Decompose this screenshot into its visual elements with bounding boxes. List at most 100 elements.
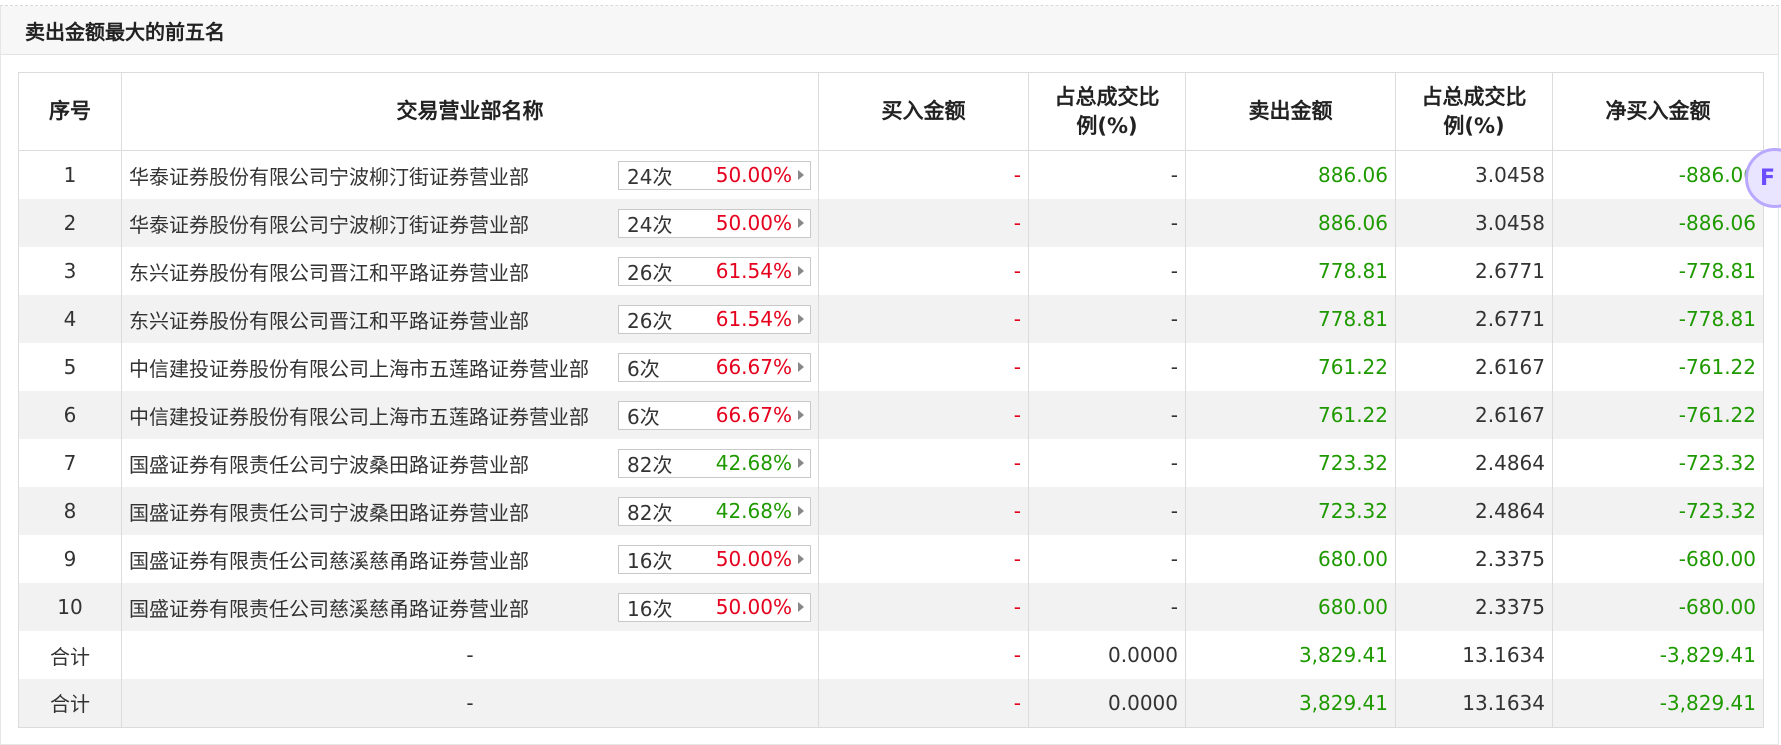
branch-stats-button[interactable]: 24次 50.00% [618, 208, 811, 238]
net-amount: -778.81 [1552, 247, 1764, 295]
branch-name-link[interactable]: 国盛证券有限责任公司宁波桑田路证券营业部 [129, 449, 529, 478]
total-sell: 3,829.41 [1185, 679, 1396, 728]
branch-stats-button[interactable]: 16次 50.00% [618, 592, 811, 622]
sell-amount: 761.22 [1185, 391, 1396, 439]
header-buy-ratio: 占总成交比 例(%) [1028, 72, 1186, 151]
net-amount: -761.22 [1552, 391, 1764, 439]
branch-name-link[interactable]: 华泰证券股份有限公司宁波柳汀街证券营业部 [129, 209, 529, 238]
stat-percent: 50.00% [715, 595, 792, 619]
branch-stats-button[interactable]: 26次 61.54% [618, 304, 811, 334]
total-branch: - [121, 631, 819, 679]
table-header-row: 序号 交易营业部名称 买入金额 占总成交比 例(%) 卖出金额 占总成交比 例(… [18, 72, 1764, 151]
sell-ratio: 2.3375 [1395, 535, 1553, 583]
branch-cell: 中信建投证券股份有限公司上海市五莲路证券营业部 6次 66.67% [121, 391, 819, 439]
table-row: 7 国盛证券有限责任公司宁波桑田路证券营业部 82次 42.68% - -723.32 2.… [18, 439, 1764, 487]
net-amount: -886.06 [1552, 150, 1764, 199]
sell-amount: 778.81 [1185, 295, 1396, 343]
total-sell: 3,829.41 [1185, 631, 1396, 679]
buy-amount: - [818, 199, 1029, 247]
sell-amount: 886.06 [1185, 150, 1396, 199]
sell-amount: 761.22 [1185, 343, 1396, 391]
header-sell: 卖出金额 [1185, 72, 1396, 151]
branch-name-link[interactable]: 东兴证券股份有限公司晋江和平路证券营业部 [129, 257, 529, 286]
net-amount: -680.00 [1552, 535, 1764, 583]
branch-stats-button[interactable]: 24次 50.00% [618, 160, 811, 190]
row-index: 10 [18, 583, 122, 631]
stat-count: 26次 [627, 308, 673, 333]
stat-percent: 66.67% [715, 403, 792, 427]
total-buy-ratio: 0.0000 [1028, 679, 1186, 728]
branch-name-link[interactable]: 华泰证券股份有限公司宁波柳汀街证券营业部 [129, 161, 529, 190]
buy-ratio: - [1028, 391, 1186, 439]
buy-ratio: - [1028, 199, 1186, 247]
table-row: 6 中信建投证券股份有限公司上海市五莲路证券营业部 6次 66.67% - -761.22… [18, 391, 1764, 439]
sell-amount: 723.32 [1185, 487, 1396, 535]
branch-stats-button[interactable]: 82次 42.68% [618, 448, 811, 478]
stat-percent: 50.00% [715, 163, 792, 187]
buy-ratio: - [1028, 295, 1186, 343]
row-index: 9 [18, 535, 122, 583]
sell-ratio: 2.6167 [1395, 343, 1553, 391]
sell-amount: 886.06 [1185, 199, 1396, 247]
table-row: 5 中信建投证券股份有限公司上海市五莲路证券营业部 6次 66.67% - -761.22… [18, 343, 1764, 391]
broker-table: 序号 交易营业部名称 买入金额 占总成交比 例(%) 卖出金额 占总成交比 例(… [18, 72, 1764, 728]
caret-right-icon [798, 410, 804, 420]
branch-cell: 华泰证券股份有限公司宁波柳汀街证券营业部 24次 50.00% [121, 199, 819, 247]
branch-name-link[interactable]: 国盛证券有限责任公司慈溪慈甬路证券营业部 [129, 593, 529, 622]
total-label: 合计 [18, 679, 122, 728]
panel-title: 卖出金额最大的前五名 [1, 6, 1778, 55]
buy-amount: - [818, 247, 1029, 295]
branch-cell: 华泰证券股份有限公司宁波柳汀街证券营业部 24次 50.00% [121, 150, 819, 199]
table-row: 8 国盛证券有限责任公司宁波桑田路证券营业部 82次 42.68% - -723.32 2.… [18, 487, 1764, 535]
branch-stats-button[interactable]: 16次 50.00% [618, 544, 811, 574]
branch-stats-button[interactable]: 6次 66.67% [618, 400, 811, 430]
net-amount: -723.32 [1552, 487, 1764, 535]
total-buy: - [818, 631, 1029, 679]
net-amount: -761.22 [1552, 343, 1764, 391]
stat-percent: 50.00% [715, 547, 792, 571]
floating-feedback-icon: F [1760, 165, 1776, 191]
buy-amount: - [818, 439, 1029, 487]
branch-stats-button[interactable]: 82次 42.68% [618, 496, 811, 526]
branch-cell: 中信建投证券股份有限公司上海市五莲路证券营业部 6次 66.67% [121, 343, 819, 391]
header-index: 序号 [18, 72, 122, 151]
row-index: 3 [18, 247, 122, 295]
branch-name-link[interactable]: 国盛证券有限责任公司宁波桑田路证券营业部 [129, 497, 529, 526]
buy-amount: - [818, 535, 1029, 583]
table-row: 1 华泰证券股份有限公司宁波柳汀街证券营业部 24次 50.00% - -886.06 3.… [18, 150, 1764, 199]
row-index: 7 [18, 439, 122, 487]
buy-ratio: - [1028, 487, 1186, 535]
table-row: 3 东兴证券股份有限公司晋江和平路证券营业部 26次 61.54% - -778.81 2.… [18, 247, 1764, 295]
caret-right-icon [798, 362, 804, 372]
branch-name-link[interactable]: 国盛证券有限责任公司慈溪慈甬路证券营业部 [129, 545, 529, 574]
buy-amount: - [818, 391, 1029, 439]
branch-name-link[interactable]: 中信建投证券股份有限公司上海市五莲路证券营业部 [129, 401, 589, 430]
total-row: 合计 - -0.0000 3,829.41 13.1634 -3,829.41 [18, 679, 1764, 728]
stat-count: 82次 [627, 500, 673, 525]
table-row: 4 东兴证券股份有限公司晋江和平路证券营业部 26次 61.54% - -778.81 2.… [18, 295, 1764, 343]
row-index: 4 [18, 295, 122, 343]
stat-percent: 50.00% [715, 211, 792, 235]
buy-ratio: - [1028, 439, 1186, 487]
header-buy: 买入金额 [818, 72, 1029, 151]
caret-right-icon [798, 602, 804, 612]
buy-amount: - [818, 295, 1029, 343]
stat-percent: 61.54% [715, 259, 792, 283]
caret-right-icon [798, 458, 804, 468]
branch-name-link[interactable]: 东兴证券股份有限公司晋江和平路证券营业部 [129, 305, 529, 334]
caret-right-icon [798, 554, 804, 564]
header-sell-ratio-line2: 例(%) [1443, 113, 1505, 138]
header-sell-ratio: 占总成交比 例(%) [1395, 72, 1553, 151]
sell-amount: 723.32 [1185, 439, 1396, 487]
branch-stats-button[interactable]: 26次 61.54% [618, 256, 811, 286]
row-index: 1 [18, 150, 122, 199]
buy-amount: - [818, 583, 1029, 631]
caret-right-icon [798, 218, 804, 228]
row-index: 5 [18, 343, 122, 391]
branch-stats-button[interactable]: 6次 66.67% [618, 352, 811, 382]
stat-count: 82次 [627, 452, 673, 477]
sell-ratio: 2.6771 [1395, 247, 1553, 295]
branch-cell: 东兴证券股份有限公司晋江和平路证券营业部 26次 61.54% [121, 247, 819, 295]
branch-name-link[interactable]: 中信建投证券股份有限公司上海市五莲路证券营业部 [129, 353, 589, 382]
buy-ratio: - [1028, 583, 1186, 631]
